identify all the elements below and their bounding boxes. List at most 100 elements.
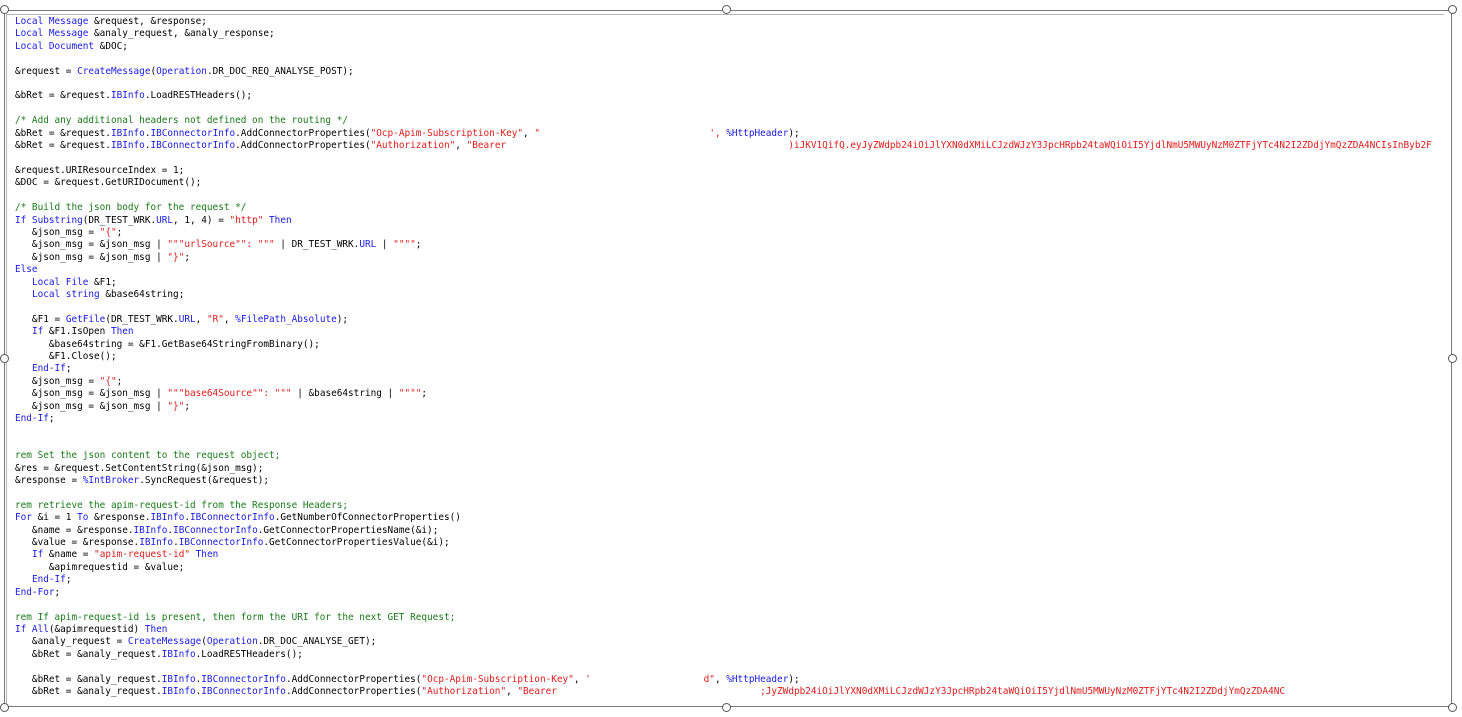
code-line[interactable]: End-If; [15, 413, 1445, 425]
code-token: &response = [15, 475, 83, 487]
code-token: End-If [31, 574, 66, 586]
code-line[interactable]: &analy_request = CreateMessage(Operation… [15, 636, 1445, 648]
code-line[interactable]: &F1.Close(); [15, 351, 1445, 363]
code-token: &res = &request.SetContentString(&json_m… [15, 462, 264, 474]
code-token: If All [15, 623, 49, 635]
code-token: "}" [167, 251, 185, 263]
code-token: ; [184, 251, 190, 263]
code-line[interactable]: Local Message &request, &response; [15, 16, 1445, 28]
code-token: , [506, 685, 518, 697]
code-line[interactable]: rem Set the json content to the request … [15, 450, 1445, 462]
code-line[interactable]: End-If; [15, 363, 1445, 375]
code-line[interactable]: &bRet = &analy_request.IBInfo.IBConnecto… [15, 686, 1445, 698]
code-line[interactable]: Local File &F1; [15, 277, 1445, 289]
code-token: | &base64string | [291, 388, 399, 400]
resize-handle-top-left[interactable] [0, 5, 9, 14]
code-token: IBInfo [150, 512, 185, 524]
code-line[interactable]: &bRet = &analy_request.IBInfo.LoadRESTHe… [15, 649, 1445, 661]
code-token: &bRet = &request. [15, 140, 111, 152]
code-line[interactable]: Else [15, 264, 1445, 276]
code-token: ; [116, 375, 123, 387]
resize-handle-top-center[interactable] [722, 5, 731, 14]
resize-handle-bottom-right[interactable] [1448, 703, 1457, 712]
code-line[interactable] [15, 78, 1445, 90]
code-token: %HttpHeader [726, 127, 789, 139]
code-line[interactable]: &response = %IntBroker.SyncRequest(&requ… [15, 475, 1445, 487]
code-token: "{" [99, 226, 117, 238]
code-token: &bRet = &request. [15, 127, 111, 139]
code-line[interactable]: /* Build the json body for the request *… [15, 202, 1445, 214]
resize-handle-bottom-left[interactable] [0, 703, 9, 712]
code-token: """base64Source"": """ [167, 388, 292, 400]
code-line[interactable] [15, 190, 1445, 202]
code-line[interactable]: Local Document &DOC; [15, 41, 1445, 53]
code-editor[interactable]: Local Message &request, &response; Local … [15, 16, 1445, 702]
code-line[interactable] [15, 487, 1445, 499]
code-token: &bRet = &request. [15, 90, 111, 102]
code-line[interactable] [15, 53, 1445, 65]
code-line[interactable] [15, 103, 1445, 115]
code-line[interactable]: &json_msg = &json_msg | "}"; [15, 252, 1445, 264]
code-line[interactable]: End-If; [15, 574, 1445, 586]
code-token: ); [788, 673, 800, 685]
code-token: ); [788, 127, 800, 139]
code-line[interactable] [15, 661, 1445, 673]
code-token: Then [144, 623, 168, 635]
code-line[interactable]: &name = &response.IBInfo.IBConnectorInfo… [15, 525, 1445, 537]
code-line[interactable]: &json_msg = &json_msg | """base64Source"… [15, 388, 1445, 400]
code-token: URL [156, 214, 174, 226]
code-line[interactable]: Local Message &analy_request, &analy_res… [15, 28, 1445, 40]
code-token: "R" [206, 313, 224, 325]
code-token: &name = [43, 549, 95, 561]
code-line[interactable]: &json_msg = &json_msg | "}"; [15, 401, 1445, 413]
code-line[interactable]: &base64string = &F1.GetBase64StringFromB… [15, 339, 1445, 351]
code-line[interactable]: rem retrieve the apim-request-id from th… [15, 500, 1445, 512]
code-line[interactable]: &bRet = &request.IBInfo.IBConnectorInfo.… [15, 140, 1445, 152]
code-token: %IntBroker [82, 475, 140, 487]
code-line[interactable]: End-For; [15, 587, 1445, 599]
code-line[interactable]: If All(&apimrequestid) Then [15, 624, 1445, 636]
code-token: %FilePath_Absolute [235, 313, 337, 325]
code-line[interactable]: rem If apim-request-id is present, then … [15, 612, 1445, 624]
code-token: ; [415, 239, 422, 251]
code-line[interactable]: &json_msg = "{"; [15, 227, 1445, 239]
code-line[interactable]: /* Add any additional headers not define… [15, 115, 1445, 127]
code-line[interactable]: &res = &request.SetContentString(&json_m… [15, 463, 1445, 475]
resize-handle-middle-right[interactable] [1448, 354, 1457, 363]
code-token: If [31, 549, 44, 561]
code-line[interactable]: &value = &response.IBInfo.IBConnectorInf… [15, 537, 1445, 549]
code-line[interactable]: &F1 = GetFile(DR_TEST_WRK.URL, "R", %Fil… [15, 314, 1445, 326]
code-line[interactable] [15, 599, 1445, 611]
code-line[interactable]: &bRet = &request.IBInfo.IBConnectorInfo.… [15, 128, 1445, 140]
code-line[interactable]: For &i = 1 To &response.IBInfo.IBConnect… [15, 512, 1445, 524]
code-line[interactable]: &apimrequestid = &value; [15, 562, 1445, 574]
code-line[interactable]: &bRet = &request.IBInfo.LoadRESTHeaders(… [15, 90, 1445, 102]
code-line[interactable]: &request = CreateMessage(Operation.DR_DO… [15, 66, 1445, 78]
code-token: &DOC = &request.GetURIDocument(); [15, 177, 202, 189]
code-token: &value = &response. [15, 537, 140, 549]
resize-handle-top-right[interactable] [1448, 5, 1457, 14]
code-line[interactable]: &DOC = &request.GetURIDocument(); [15, 177, 1445, 189]
code-line[interactable]: Local string &base64string; [15, 289, 1445, 301]
code-token: ', [709, 127, 727, 139]
code-line[interactable] [15, 152, 1445, 164]
code-token: ); [336, 313, 349, 325]
resize-handle-bottom-center[interactable] [722, 703, 731, 712]
code-line[interactable] [15, 438, 1445, 450]
code-line[interactable]: &json_msg = "{"; [15, 376, 1445, 388]
code-line[interactable]: If &name = "apim-request-id" Then [15, 549, 1445, 561]
code-line[interactable]: &json_msg = &json_msg | """urlSource"": … [15, 239, 1445, 251]
resize-handle-middle-left[interactable] [0, 354, 9, 363]
code-token: , [714, 673, 727, 685]
code-line[interactable]: &bRet = &analy_request.IBInfo.IBConnecto… [15, 674, 1445, 686]
code-token: , [523, 127, 535, 139]
code-line[interactable] [15, 425, 1445, 437]
code-line[interactable]: &request.URIResourceIndex = 1; [15, 165, 1445, 177]
code-token: rem If apim-request-id is present, then … [15, 611, 456, 623]
code-token: IBConnectorInfo [150, 140, 236, 152]
code-line[interactable] [15, 301, 1445, 313]
code-token: ; [48, 413, 55, 424]
code-line[interactable]: If Substring(DR_TEST_WRK.URL, 1, 4) = "h… [15, 215, 1445, 227]
code-line[interactable]: If &F1.IsOpen Then [15, 326, 1445, 338]
